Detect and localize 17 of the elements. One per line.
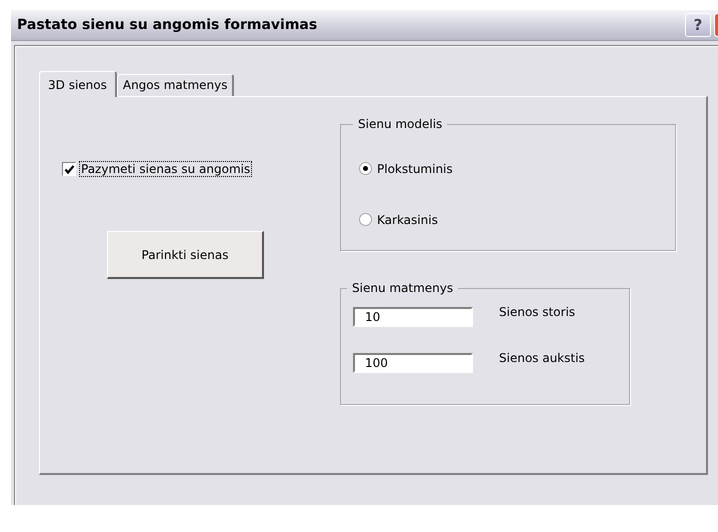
checkbox[interactable] xyxy=(62,162,76,176)
tab[interactable]: 3D sienos xyxy=(39,71,117,97)
radio-label[interactable]: Plokstuminis xyxy=(377,162,453,176)
radio-button[interactable] xyxy=(359,162,372,175)
input-field[interactable]: 10 xyxy=(353,307,473,327)
input-field[interactable]: 100 xyxy=(353,353,473,373)
field-label: Sienos aukstis xyxy=(499,351,585,365)
field-label: Sienos storis xyxy=(499,305,576,319)
window-title: Pastato sienu su angomis formavimas xyxy=(17,17,318,33)
group-title: Sienu modelis xyxy=(357,117,444,131)
help-button[interactable]: ? xyxy=(685,13,711,37)
radio-label[interactable]: Karkasinis xyxy=(377,212,438,226)
group-title: Sienu matmenys xyxy=(351,281,454,295)
checkbox-label[interactable]: Pazymeti sienas su angomis xyxy=(79,161,252,177)
radio-button[interactable] xyxy=(359,213,372,226)
select-walls-button[interactable]: Parinkti sienas xyxy=(107,231,264,279)
tab[interactable]: Angos matmenys xyxy=(116,74,234,96)
